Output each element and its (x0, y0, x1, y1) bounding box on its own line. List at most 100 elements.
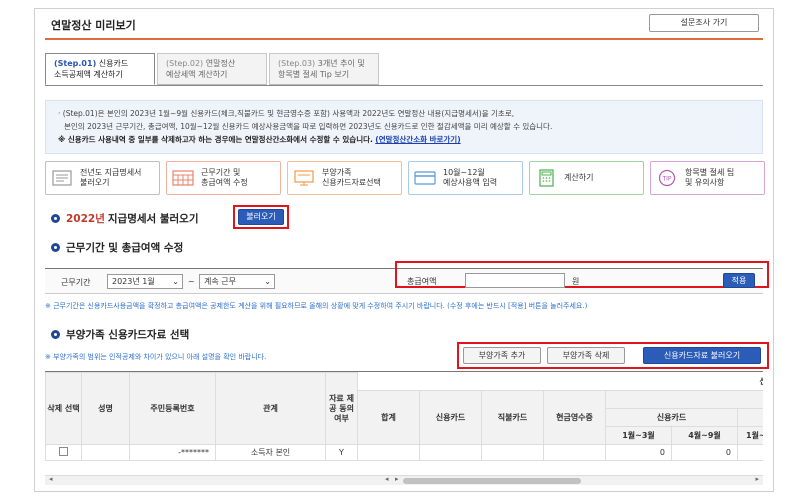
delete-dependent-button[interactable]: 부양가족 삭제 (547, 347, 625, 364)
row-period-1: 0 (605, 444, 672, 461)
row-total (357, 444, 420, 461)
page-title: 연말정산 미리보기 (51, 19, 136, 32)
step-select-dependents: 부양가족 신용카드자료선택 (287, 161, 402, 195)
col-header-period-1: 1월~3월 (605, 426, 672, 445)
step-label: 근무기간 및 (201, 168, 241, 177)
main-frame: 연말정산 미리보기 설문조사 가기 (Step.01) 신용카드 소득공제액 계… (34, 8, 774, 492)
scrollbar-thumb[interactable] (403, 478, 581, 484)
chevron-down-icon: ⌄ (264, 277, 271, 286)
table-row: -******* 소득자 본인 Y 0 0 (45, 444, 763, 461)
tab-title: 연말정산 (205, 59, 236, 68)
tab-subtitle: 예상세액 계산하기 (166, 70, 228, 79)
step-calculate: 계산하기 (529, 161, 644, 195)
row-period-2: 0 (671, 444, 738, 461)
calendar-icon (172, 170, 194, 186)
tab-title: 신용카드 (98, 59, 129, 68)
step-tabs: (Step.01) 신용카드 소득공제액 계산하기 (Step.02) 연말정산… (45, 53, 381, 85)
tab-step-03[interactable]: (Step.03) 3개년 추이 및 항목별 절세 Tip 보기 (269, 53, 379, 85)
load-statement-button[interactable]: 불러오기 (238, 209, 284, 225)
chevron-down-icon: ⌄ (172, 277, 179, 286)
section-load-statement: 2022년 지급명세서 불러오기 (51, 211, 199, 226)
section-bullet-icon (51, 330, 60, 339)
step-label: 예상사용액 입력 (443, 178, 498, 187)
tab-subtitle: 소득공제액 계산하기 (54, 70, 123, 79)
col-header-group-sub: 5 (605, 390, 763, 409)
step-label: 전년도 지급명세서 (80, 168, 142, 177)
row-checkbox[interactable] (59, 447, 68, 456)
row-rrn: -******* (129, 444, 216, 461)
step-expected-usage: 10월~12월 예상사용액 입력 (408, 161, 523, 195)
step-label: 불러오기 (80, 178, 110, 187)
tab-step-label: (Step.03) (278, 59, 316, 68)
document-icon (52, 170, 72, 186)
tab-step-02[interactable]: (Step.02) 연말정산 예상세액 계산하기 (157, 53, 267, 85)
simplified-service-link[interactable]: (연말정산간소화 바로가기) (375, 135, 460, 144)
apply-button[interactable]: 적용 (723, 273, 755, 288)
dependents-table: 삭제 선택 성명 주민등록번호 관계 자료 제공 동의 여부 신용카드 등 합계… (45, 372, 763, 461)
row-cash (543, 444, 606, 461)
tabs-divider (45, 85, 763, 86)
col-header-blank (737, 408, 763, 427)
col-header-relation: 관계 (215, 372, 326, 445)
step-label: 부양가족 (322, 168, 352, 177)
notice-line-2: 본인의 2023년 근무기간, 총급여액, 10월~12월 신용카드 예상사용금… (64, 122, 553, 131)
scroll-right-icon[interactable]: ▸ (395, 475, 399, 483)
tab-title: 3개년 추이 및 (317, 59, 365, 68)
work-period-note: ※ 근무기간은 신용카드사용금액을 확정하고 총급여액은 공제한도 계산을 위해… (45, 302, 588, 310)
step-load-statement: 전년도 지급명세서 불러오기 (45, 161, 160, 195)
col-header-rrn: 주민등록번호 (129, 372, 216, 445)
section-work-period: 근무기간 및 총급여액 수정 (51, 240, 183, 255)
col-header-name: 성명 (81, 372, 130, 445)
scroll-left-icon[interactable]: ◂ (385, 475, 389, 483)
period-tilde: ~ (188, 277, 195, 286)
period-end-select[interactable]: 계속 근무 ⌄ (199, 274, 275, 289)
tab-subtitle: 항목별 절세 Tip 보기 (278, 70, 350, 79)
step-edit-salary: 근무기간 및 총급여액 수정 (166, 161, 281, 195)
step-label: 및 유의사항 (685, 178, 725, 187)
step-label: 신용카드자료선택 (322, 178, 381, 187)
section-bullet-icon (51, 243, 60, 252)
scroll-right-icon[interactable]: ▸ (755, 475, 759, 483)
scroll-left-icon[interactable]: ◂ (49, 475, 53, 483)
row-relation: 소득자 본인 (215, 444, 326, 461)
period-end-value: 계속 근무 (204, 277, 236, 286)
add-dependent-button[interactable]: 부양가족 추가 (463, 347, 541, 364)
process-steps: 전년도 지급명세서 불러오기 근무기간 및 총급여액 수정 부양가족 신용카드자료선택… (45, 161, 771, 195)
highlight-box (395, 261, 769, 288)
notice-line-1: · (Step.01)은 본인의 2023년 1월~9월 신용카드(체크,직불카… (58, 109, 515, 118)
row-period-3 (737, 444, 763, 461)
step-tax-tips: TIP 항목별 절세 팁및 유의사항 (650, 161, 765, 195)
tab-step-label: (Step.01) (54, 59, 97, 68)
survey-button[interactable]: 설문조사 가기 (649, 14, 759, 32)
tip-icon: TIP (658, 169, 676, 187)
col-header-period-2: 4월~9월 (671, 426, 738, 445)
step-label: 항목별 절세 팁 (685, 168, 735, 177)
salary-input[interactable] (465, 273, 565, 288)
card-icon (414, 171, 436, 185)
row-select-cell (45, 444, 82, 461)
col-header-group: 신용카드 등 (357, 372, 763, 391)
notice-line-3: ※ 신용카드 사용내역 중 일부를 삭제하고자 하는 경우에는 연말정산간소화에… (58, 135, 373, 144)
section-bullet-icon (51, 214, 60, 223)
step-label: 10월~12월 (443, 168, 485, 177)
col-header-cash: 현금영수증 (543, 390, 606, 445)
period-start-value: 2023년 1월 (112, 277, 155, 286)
tab-step-01[interactable]: (Step.01) 신용카드 소득공제액 계산하기 (45, 53, 155, 85)
section-title: 근무기간 및 총급여액 수정 (66, 242, 184, 254)
load-card-data-button[interactable]: 신용카드자료 불러오기 (643, 347, 761, 364)
tab-step-label: (Step.02) (166, 59, 204, 68)
title-divider (45, 38, 763, 40)
section-year: 2022년 (66, 213, 105, 225)
horizontal-scrollbar[interactable]: ◂ ◂ ▸ ▸ (45, 475, 763, 485)
col-header-select: 삭제 선택 (45, 372, 82, 445)
section-title: 부양가족 신용카드자료 선택 (66, 329, 190, 341)
step-label: 계산하기 (564, 173, 594, 182)
period-label: 근무기간 (61, 278, 91, 287)
svg-text:TIP: TIP (661, 176, 671, 183)
period-start-select[interactable]: 2023년 1월 ⌄ (107, 274, 183, 289)
col-header-period-3: 1월~3 (737, 426, 763, 445)
dependents-note: ※ 부양가족의 범위는 인적공제와 차이가 있으니 아래 설명을 확인 바랍니다… (45, 353, 267, 361)
monitor-icon (294, 170, 314, 186)
row-name (81, 444, 130, 461)
dependents-table-wrap: 삭제 선택 성명 주민등록번호 관계 자료 제공 동의 여부 신용카드 등 합계… (45, 371, 763, 491)
